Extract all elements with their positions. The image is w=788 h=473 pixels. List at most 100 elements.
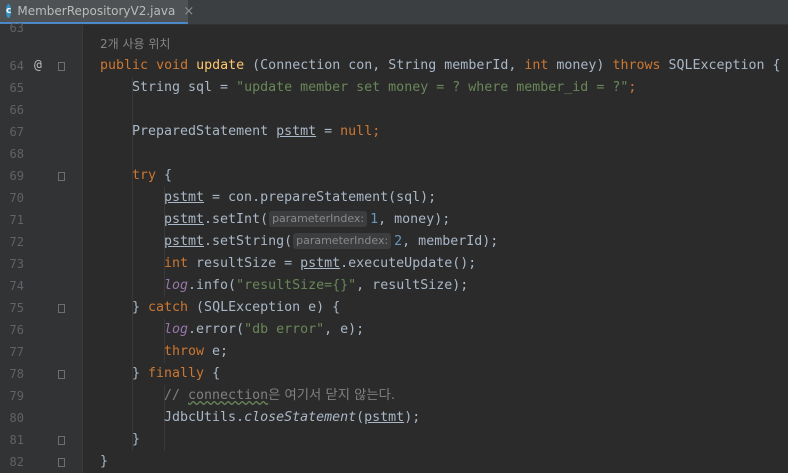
code-line-64: public void update (Connection con, Stri…	[100, 55, 781, 77]
code-text: .error(	[188, 322, 245, 337]
line-number: 75	[9, 301, 24, 315]
line-number: 71	[9, 213, 24, 227]
keyword: int	[524, 58, 549, 73]
comment-text: 은 여기서 닫지 않는다.	[268, 388, 396, 403]
keyword: int	[164, 256, 189, 271]
code-text: }	[132, 432, 141, 447]
code-line-69: try {	[132, 165, 172, 187]
static-method: closeStatement	[244, 410, 357, 425]
java-class-icon: c	[6, 4, 12, 18]
code-text: , memberId);	[402, 234, 499, 249]
code-text: ;	[372, 124, 381, 139]
code-text: money)	[548, 58, 613, 73]
keyword: public	[100, 58, 149, 73]
line-number: 65	[9, 81, 24, 95]
variable: pstmt	[364, 410, 405, 425]
code-text: , resultSize);	[356, 278, 469, 293]
tab-label: MemberRepositoryV2.java	[17, 4, 176, 18]
code-text: resultSize =	[188, 256, 301, 271]
line-number: 77	[9, 345, 24, 359]
keyword: throws	[612, 58, 661, 73]
line-number: 80	[9, 411, 24, 425]
code-line-75: } catch (SQLException e) {	[132, 297, 340, 319]
variable: pstmt	[164, 190, 205, 205]
code-text: String sql =	[132, 80, 237, 95]
variable: pstmt	[164, 234, 205, 249]
code-line-81: }	[132, 429, 140, 451]
tab-member-repository-v2[interactable]: c MemberRepositoryV2.java ×	[0, 0, 194, 24]
keyword: null	[340, 124, 373, 139]
variable: pstmt	[164, 212, 205, 227]
code-text: }	[100, 454, 109, 469]
code-text: (Connection con, String memberId,	[252, 58, 525, 73]
code-text: .setInt(	[204, 212, 269, 227]
code-text: , money);	[378, 212, 451, 227]
code-text: .info(	[188, 278, 237, 293]
code-line-76: log.error("db error", e);	[164, 319, 364, 341]
code-text: .setString(	[204, 234, 293, 249]
code-line-70: pstmt = con.prepareStatement(sql);	[164, 187, 436, 209]
editor-tab-bar: c MemberRepositoryV2.java ×	[0, 0, 788, 25]
line-number: 66	[9, 103, 24, 117]
variable: pstmt	[276, 124, 317, 139]
static-field: log	[164, 322, 189, 337]
code-text: ;	[628, 80, 637, 95]
code-line-78: } finally {	[132, 363, 220, 385]
string-literal: "update member set money = ? where membe…	[236, 80, 629, 95]
line-number-gutter[interactable]: 63 64 65 66 67 68 69 70 71 72 73 74 75 7…	[0, 21, 82, 473]
keyword: void	[156, 58, 189, 73]
variable: pstmt	[300, 256, 341, 271]
line-number: 63	[9, 21, 24, 35]
code-line-80: JdbcUtils.closeStatement(pstmt);	[164, 407, 420, 429]
string-literal: "resultSize={}"	[236, 278, 357, 293]
line-number: 69	[9, 169, 24, 183]
line-number: 81	[9, 433, 24, 447]
override-annotation-icon[interactable]: @	[34, 55, 42, 77]
string-literal: "db error"	[244, 322, 325, 337]
code-text: {	[156, 168, 173, 183]
method-name: update	[196, 58, 245, 73]
line-number: 68	[9, 147, 24, 161]
line-number: 79	[9, 389, 24, 403]
comment-text: connection	[188, 388, 269, 403]
number-literal: 1	[370, 212, 379, 227]
fold-icon[interactable]	[58, 172, 65, 181]
fold-icon[interactable]	[58, 436, 65, 445]
code-text: {	[204, 366, 221, 381]
code-line-72: pstmt.setString(parameterIndex: 2, member…	[164, 231, 498, 253]
code-text: = con.prepareStatement(sql);	[204, 190, 437, 205]
fold-icon[interactable]	[58, 458, 65, 467]
code-line-71: pstmt.setInt(parameterIndex: 1, money);	[164, 209, 450, 231]
fold-icon[interactable]	[58, 370, 65, 379]
code-text: (SQLException e) {	[188, 300, 341, 315]
code-line-82: }	[100, 451, 108, 473]
code-text: , e);	[324, 322, 365, 337]
line-number: 67	[9, 125, 24, 139]
code-line-79: // connection은 여기서 닫지 않는다.	[164, 385, 395, 407]
keyword: catch	[148, 300, 189, 315]
code-text: JdbcUtils.	[164, 410, 245, 425]
parameter-hint: parameterIndex:	[269, 211, 368, 227]
code-line-77: throw e;	[164, 341, 228, 363]
static-field: log	[164, 278, 189, 293]
gutter-separator	[82, 25, 83, 473]
code-line-67: PreparedStatement pstmt = null;	[132, 121, 380, 143]
keyword: throw	[164, 344, 205, 359]
line-number: 73	[9, 257, 24, 271]
parameter-hint: parameterIndex:	[293, 233, 392, 249]
fold-icon[interactable]	[58, 62, 65, 71]
line-number: 72	[9, 235, 24, 249]
line-number: 78	[9, 367, 24, 381]
code-text: SQLException {	[660, 58, 781, 73]
code-line-74: log.info("resultSize={}", resultSize);	[164, 275, 468, 297]
close-icon[interactable]: ×	[183, 4, 194, 19]
code-text: =	[316, 124, 341, 139]
fold-icon[interactable]	[58, 304, 65, 313]
usages-hint[interactable]: 2개 사용 위치	[100, 33, 170, 55]
comment-text: //	[164, 388, 189, 403]
code-editor[interactable]: 63 64 65 66 67 68 69 70 71 72 73 74 75 7…	[0, 21, 788, 473]
code-line-73: int resultSize = pstmt.executeUpdate();	[164, 253, 476, 275]
line-number: 74	[9, 279, 24, 293]
line-number: 70	[9, 191, 24, 205]
code-text: }	[132, 366, 149, 381]
